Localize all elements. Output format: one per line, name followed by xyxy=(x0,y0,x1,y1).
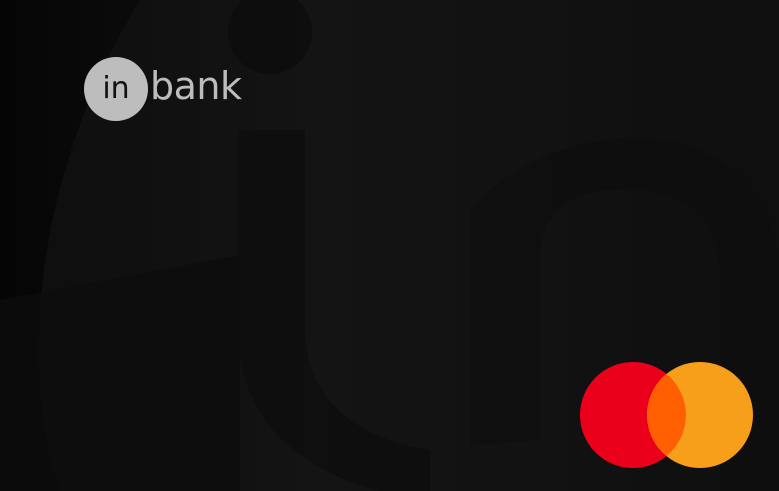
card-face: in bank xyxy=(0,0,779,491)
mastercard-logo-icon xyxy=(580,362,753,468)
logo-word: bank xyxy=(150,64,242,108)
in-badge-icon: in xyxy=(84,57,148,121)
inbank-logo: in bank xyxy=(84,57,242,121)
logo-mark-text: in xyxy=(102,71,129,106)
